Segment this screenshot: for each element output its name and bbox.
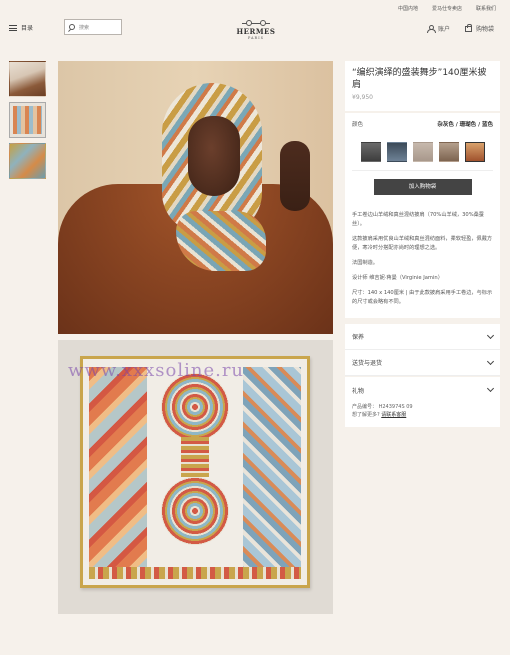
accordion-gift-label: 礼物 [352, 387, 365, 395]
menu-label: 目录 [21, 25, 34, 32]
ref-value: H243974S 09 [378, 404, 413, 410]
accordion-gift-header[interactable]: 礼物 [345, 377, 500, 403]
swatch-5-selected[interactable] [464, 142, 485, 162]
color-swatches [352, 142, 493, 162]
accordion-shipping-label: 送货与退货 [352, 360, 383, 367]
accordion-care-label: 保养 [352, 334, 365, 341]
description-origin: 法国制造。 [352, 260, 378, 266]
product-title-card: “编织演绎的盛装舞步”140厘米披肩 ¥9,950 [345, 61, 500, 111]
cart-label: 购物袋 [476, 26, 495, 33]
swatch-1[interactable] [360, 142, 381, 162]
chevron-down-icon [486, 331, 495, 339]
accordion-care[interactable]: 保养 [345, 324, 500, 350]
thumbnail-model[interactable] [9, 61, 46, 97]
chevron-down-icon [486, 357, 495, 365]
swatch-2[interactable] [386, 142, 407, 162]
utility-link-region[interactable]: 中国内地 [398, 5, 418, 12]
color-value: 杂灰色 / 珊瑚色 / 蓝色 [437, 122, 493, 128]
product-price: ¥9,950 [352, 94, 373, 101]
logo-wordmark: HERMES [236, 27, 276, 36]
accordion-gift: 礼物 产品编号： H243974S 09 想了解更多? 请联系客服 [345, 377, 500, 427]
contact-support-link[interactable]: 请联系客服 [381, 412, 406, 418]
product-title: “编织演绎的盛装舞步”140厘米披肩 [352, 68, 487, 90]
hamburger-icon [9, 24, 17, 31]
shopping-bag-icon [465, 23, 472, 32]
chevron-down-icon [486, 384, 495, 393]
swatch-4[interactable] [438, 142, 459, 162]
ref-label: 产品编号： [352, 404, 378, 410]
description-designer: 设计师 维吉妮·蒋曼（Virginie Jamin） [352, 275, 443, 281]
thumbnail-detail[interactable] [9, 143, 46, 179]
product-photo-model [58, 61, 333, 334]
help-text: 想了解更多? [352, 412, 380, 418]
search-input[interactable]: 搜索 [64, 19, 122, 35]
color-label: 颜色 [352, 122, 364, 128]
brand-logo[interactable]: HERMES PARIS [236, 16, 276, 40]
description-size: 尺寸：140 x 140厘米 | 由于此款披肩采用手工卷边，与标示的尺寸或会略有… [352, 290, 493, 305]
product-reference: 产品编号： H243974S 09 想了解更多? 请联系客服 [345, 403, 500, 419]
carriage-icon [242, 16, 270, 26]
utility-link-contact[interactable]: 联系我们 [476, 5, 496, 12]
product-description: 手工卷边山羊绒和真丝混纺披肩（70%山羊绒，30%桑蚕丝）。 这款披肩采用优良山… [352, 211, 493, 307]
menu-button[interactable]: 目录 [9, 23, 33, 32]
product-photo-scarf: www.xxxsoline.ru [58, 340, 333, 614]
account-label: 账户 [438, 26, 451, 33]
thumbnail-scarf[interactable] [9, 102, 46, 138]
cart-link[interactable]: 购物袋 [465, 23, 495, 33]
utility-link-stores[interactable]: 爱马仕专卖店 [432, 5, 462, 12]
divider [352, 170, 493, 171]
description-feature: 这款披肩采用优良山羊绒和真丝混纺面料，柔软轻盈，佩戴方便，寒冷时分搭配亦尚时的理… [352, 236, 493, 251]
product-detail-card: 颜色 杂灰色 / 珊瑚色 / 蓝色 加入购物袋 手工卷边山羊绒和真丝混纺披肩（7… [345, 113, 500, 318]
user-icon [427, 25, 436, 33]
account-link[interactable]: 账户 [427, 24, 450, 33]
search-icon [69, 24, 75, 30]
swatch-3[interactable] [412, 142, 433, 162]
accordion-shipping[interactable]: 送货与退货 [345, 350, 500, 376]
color-row: 颜色 杂灰色 / 珊瑚色 / 蓝色 [352, 120, 493, 128]
watermark: www.xxxsoline.ru [68, 360, 245, 381]
add-to-cart-button[interactable]: 加入购物袋 [373, 179, 472, 195]
description-material: 手工卷边山羊绒和真丝混纺披肩（70%山羊绒，30%桑蚕丝）。 [352, 212, 484, 227]
logo-subtext: PARIS [248, 36, 264, 40]
search-placeholder: 搜索 [79, 24, 90, 31]
header: 目录 搜索 HERMES PARIS 账户 购物袋 [0, 14, 510, 46]
utility-bar: 中国内地 爱马仕专卖店 联系我们 [398, 5, 496, 12]
